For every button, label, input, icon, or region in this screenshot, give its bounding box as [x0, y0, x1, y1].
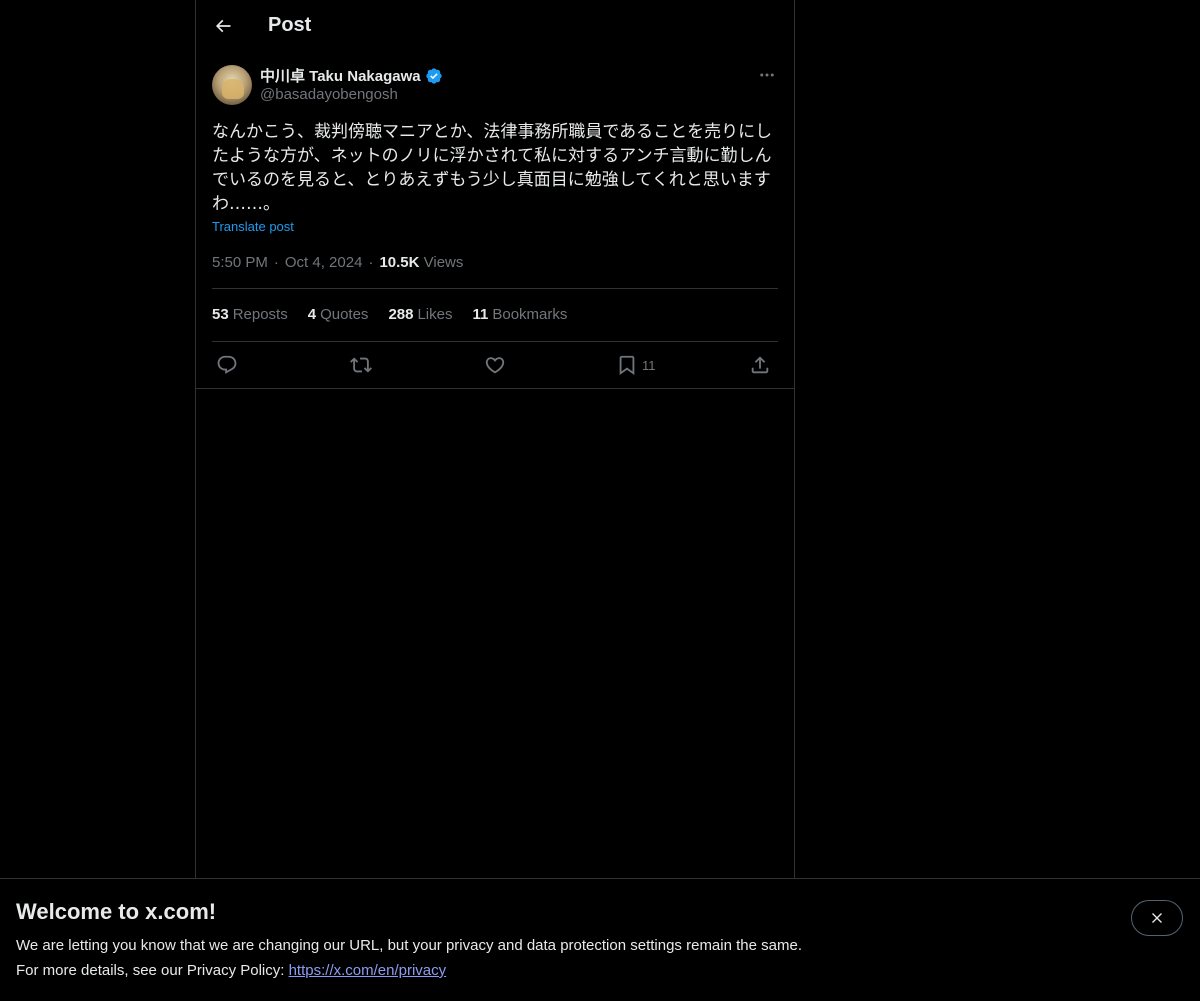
author-name-row: 中川卓 Taku Nakagawa — [260, 65, 443, 86]
bookmark-button[interactable]: 11 — [616, 353, 656, 377]
post-stats: 53 Reposts 4 Quotes 288 Likes 11 Bookmarks — [212, 306, 587, 323]
like-button[interactable] — [484, 353, 506, 377]
more-icon — [760, 73, 774, 77]
likes-stat[interactable]: 288 Likes — [388, 306, 452, 323]
post-bottom-border — [196, 388, 794, 389]
likes-count: 288 — [388, 306, 414, 323]
repost-icon — [350, 357, 372, 373]
reply-button[interactable] — [216, 353, 238, 377]
likes-label: Likes — [417, 306, 453, 323]
bookmark-icon — [619, 355, 635, 376]
reposts-stat[interactable]: 53 Reposts — [212, 306, 288, 323]
repost-button[interactable] — [350, 353, 372, 377]
translate-post-link[interactable]: Translate post — [212, 219, 294, 234]
share-icon — [751, 356, 769, 374]
like-icon — [485, 357, 505, 374]
reposts-count: 53 — [212, 306, 229, 323]
more-button[interactable] — [756, 64, 778, 86]
quotes-label: Quotes — [320, 306, 369, 323]
avatar[interactable] — [212, 65, 252, 105]
author-display-name[interactable]: 中川卓 Taku Nakagawa — [260, 65, 421, 86]
banner-title: Welcome to x.com! — [16, 899, 217, 924]
post-text: なんかこう、裁判傍聴マニアとか、法律事務所職員であることを売りにしたような方が、… — [212, 122, 773, 214]
divider — [212, 288, 778, 289]
main-column: Post 中川卓 Taku Nakagawa @basadayobengosh … — [195, 0, 795, 878]
quotes-count: 4 — [307, 306, 317, 323]
bookmarks-label: Bookmarks — [492, 306, 568, 323]
quotes-stat[interactable]: 4 Quotes — [308, 306, 369, 323]
banner-privacy-prefix: For more details, see our Privacy Policy… — [16, 962, 289, 979]
verified-badge-icon — [425, 67, 442, 84]
views-count: 10.5K — [379, 254, 420, 271]
reply-icon — [217, 355, 237, 374]
divider — [212, 341, 778, 342]
views-label: Views — [423, 254, 464, 271]
bookmark-count: 11 — [642, 357, 656, 373]
page-title: Post — [268, 14, 312, 36]
back-arrow-icon — [215, 19, 231, 33]
meta-separator: · — [273, 254, 279, 271]
privacy-policy-link[interactable]: https://x.com/en/privacy — [289, 962, 447, 979]
page-header: Post — [196, 0, 794, 53]
banner-message: We are letting you know that we are chan… — [16, 937, 802, 954]
banner-privacy-line: For more details, see our Privacy Policy… — [16, 962, 446, 979]
author-handle[interactable]: @basadayobengosh — [260, 86, 398, 103]
meta-separator: · — [368, 254, 374, 271]
back-button[interactable] — [208, 11, 238, 41]
post-date[interactable]: Oct 4, 2024 — [285, 254, 363, 271]
post-time[interactable]: 5:50 PM — [212, 254, 268, 271]
post-views: 10.5K Views — [379, 254, 463, 271]
bookmarks-count: 11 — [472, 306, 489, 323]
close-banner-button[interactable] — [1131, 900, 1183, 936]
post-meta: 5:50 PM · Oct 4, 2024 · 10.5K Views — [212, 254, 463, 271]
bookmarks-stat[interactable]: 11 Bookmarks — [473, 306, 568, 323]
action-bar: 11 — [212, 353, 778, 379]
welcome-banner: Welcome to x.com! We are letting you kno… — [0, 878, 1200, 1001]
reposts-label: Reposts — [232, 306, 288, 323]
close-icon — [1152, 913, 1162, 923]
share-button[interactable] — [749, 353, 771, 377]
